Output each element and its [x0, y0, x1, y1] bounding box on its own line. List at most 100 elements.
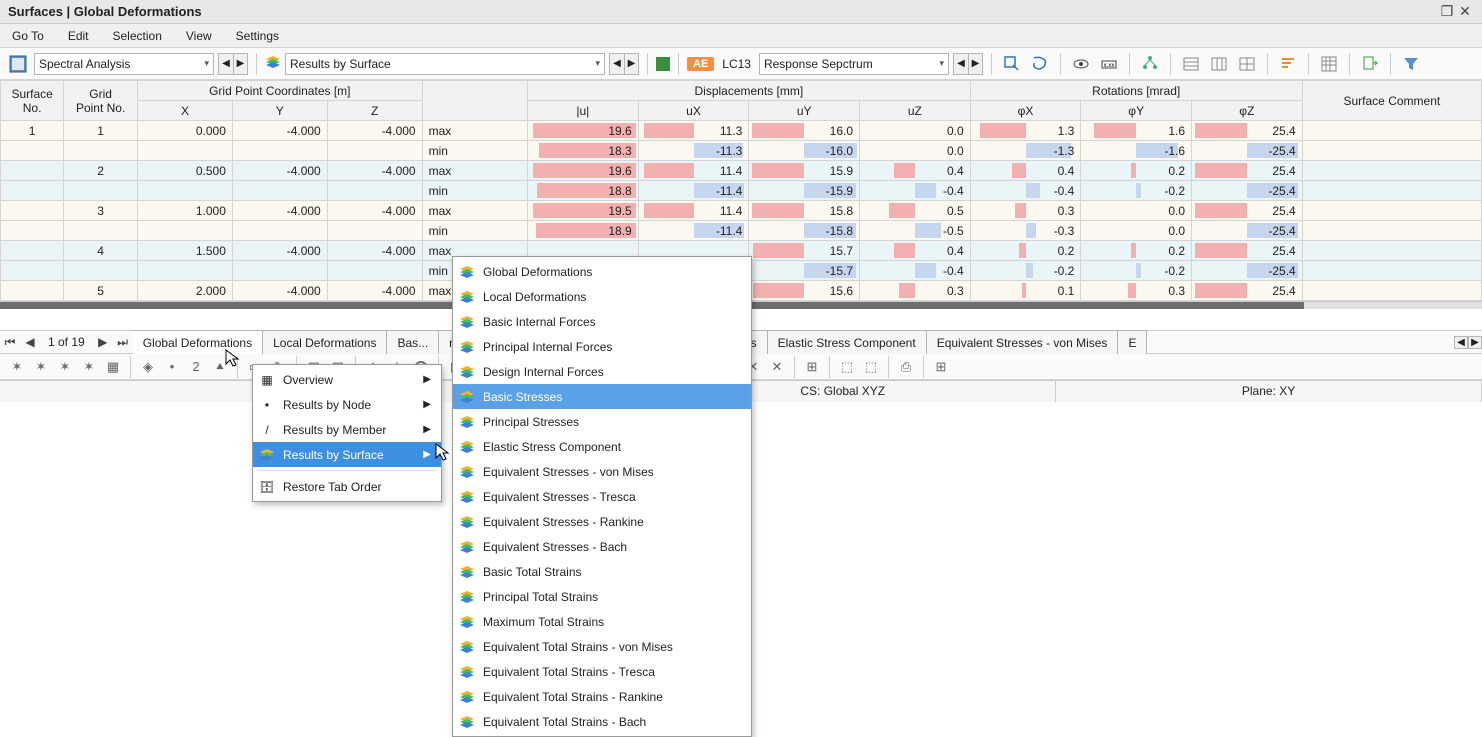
comment-cell[interactable] [1302, 281, 1481, 301]
value-cell[interactable]: 1.6 [1081, 121, 1192, 141]
ctx-item-equivalent-total-strains-tresca[interactable]: Equivalent Total Strains - Tresca [453, 659, 751, 684]
x-cell[interactable] [138, 141, 233, 161]
z-cell[interactable]: -4.000 [327, 161, 422, 181]
col-y[interactable]: Y [232, 101, 327, 121]
nav-next-icon[interactable]: ▶ [968, 54, 982, 74]
value-cell[interactable]: 15.9 [749, 161, 860, 181]
table-row[interactable]: min18.3-11.3-16.00.0-1.3-1.6-25.4 [1, 141, 1482, 161]
page-first-icon[interactable]: ⏮ [0, 335, 20, 350]
ctx-item-basic-internal-forces[interactable]: Basic Internal Forces [453, 309, 751, 334]
close-icon[interactable]: ✕ [1456, 3, 1474, 20]
tree-icon[interactable] [1138, 53, 1162, 75]
footer-tool-icon[interactable]: ⊞ [930, 357, 952, 377]
footer-tool-icon[interactable]: ✶ [54, 357, 76, 377]
value-cell[interactable]: 0.0 [860, 141, 971, 161]
value-cell[interactable]: 18.8 [528, 181, 639, 201]
value-cell[interactable]: 0.5 [860, 201, 971, 221]
value-cell[interactable]: -25.4 [1192, 261, 1303, 281]
footer-tool-icon[interactable]: ⯅ [209, 357, 231, 377]
footer-tool-icon[interactable]: ⊞ [801, 357, 823, 377]
ctx-item-results-by-node[interactable]: •Results by Node▶ [253, 392, 441, 417]
z-cell[interactable] [327, 181, 422, 201]
value-cell[interactable]: 19.6 [528, 121, 639, 141]
value-cell[interactable]: 19.5 [528, 201, 639, 221]
value-cell[interactable]: 0.4 [860, 241, 971, 261]
col-comment[interactable]: Surface Comment [1302, 81, 1481, 121]
col-grid-pt[interactable]: GridPoint No. [64, 81, 138, 121]
value-cell[interactable]: 0.1 [970, 281, 1081, 301]
value-cell[interactable]: -11.3 [638, 141, 749, 161]
nav-prev-icon[interactable]: ◀ [954, 54, 968, 74]
footer-tool-icon[interactable]: ✶ [78, 357, 100, 377]
table-icon-2[interactable] [1207, 53, 1231, 75]
nav-next-icon[interactable]: ▶ [624, 54, 638, 74]
context-menu-primary[interactable]: ▦Overview▶•Results by Node▶/Results by M… [252, 364, 442, 502]
ctx-item-principal-internal-forces[interactable]: Principal Internal Forces [453, 334, 751, 359]
footer-tool-icon[interactable]: ✕ [766, 357, 788, 377]
grid-icon[interactable] [1317, 53, 1341, 75]
table-row[interactable]: 20.500-4.000-4.000max19.611.415.90.40.40… [1, 161, 1482, 181]
nav-next-icon[interactable]: ▶ [233, 54, 247, 74]
value-cell[interactable]: 11.4 [638, 161, 749, 181]
analysis-type-icon[interactable] [6, 53, 30, 75]
value-cell[interactable]: -16.0 [749, 141, 860, 161]
col-u[interactable]: |u| [528, 101, 639, 121]
y-cell[interactable] [232, 141, 327, 161]
z-cell[interactable]: -4.000 [327, 121, 422, 141]
value-cell[interactable]: -0.3 [970, 221, 1081, 241]
tabs-scroll-right-icon[interactable]: ▶ [1468, 336, 1482, 349]
y-cell[interactable]: -4.000 [232, 161, 327, 181]
value-cell[interactable]: 25.4 [1192, 161, 1303, 181]
view-values-icon[interactable]: x.xx [1097, 53, 1121, 75]
ctx-item-global-deformations[interactable]: Global Deformations [453, 259, 751, 284]
page-next-icon[interactable]: ▶ [93, 335, 113, 349]
y-cell[interactable] [232, 261, 327, 281]
value-cell[interactable]: 25.4 [1192, 241, 1303, 261]
value-cell[interactable]: -15.8 [749, 221, 860, 241]
comment-cell[interactable] [1302, 261, 1481, 281]
value-cell[interactable]: 11.4 [638, 201, 749, 221]
z-cell[interactable] [327, 141, 422, 161]
z-cell[interactable]: -4.000 [327, 241, 422, 261]
footer-tool-icon[interactable]: ⬚ [836, 357, 858, 377]
minmax-cell[interactable]: max [422, 121, 527, 141]
col-minmax[interactable] [422, 81, 527, 121]
table-row[interactable]: min18.8-11.4-15.9-0.4-0.4-0.2-25.4 [1, 181, 1482, 201]
surface-no-cell[interactable] [1, 181, 64, 201]
ctx-item-principal-total-strains[interactable]: Principal Total Strains [453, 584, 751, 609]
value-cell[interactable]: 1.3 [970, 121, 1081, 141]
minmax-cell[interactable]: min [422, 141, 527, 161]
menu-view[interactable]: View [182, 27, 216, 45]
x-cell[interactable] [138, 221, 233, 241]
tab-bas-[interactable]: Bas... [386, 330, 439, 354]
value-cell[interactable]: 0.2 [1081, 241, 1192, 261]
sort-icon[interactable] [1276, 53, 1300, 75]
analysis-dropdown[interactable]: Spectral Analysis ▾ [34, 53, 214, 75]
value-cell[interactable]: -1.3 [970, 141, 1081, 161]
value-cell[interactable]: -11.4 [638, 181, 749, 201]
value-cell[interactable]: 15.8 [749, 201, 860, 221]
ctx-item-equivalent-total-strains-von-mises[interactable]: Equivalent Total Strains - von Mises [453, 634, 751, 659]
menu-go-to[interactable]: Go To [8, 27, 48, 45]
comment-cell[interactable] [1302, 181, 1481, 201]
export-icon[interactable] [1358, 53, 1382, 75]
minmax-cell[interactable]: max [422, 201, 527, 221]
comment-cell[interactable] [1302, 241, 1481, 261]
minmax-cell[interactable]: min [422, 221, 527, 241]
ctx-item-basic-total-strains[interactable]: Basic Total Strains [453, 559, 751, 584]
tab-local-deformations[interactable]: Local Deformations [262, 330, 387, 354]
menu-selection[interactable]: Selection [109, 27, 166, 45]
ctx-item-overview[interactable]: ▦Overview▶ [253, 367, 441, 392]
value-cell[interactable]: 0.0 [1081, 221, 1192, 241]
value-cell[interactable]: -1.6 [1081, 141, 1192, 161]
value-cell[interactable]: 15.6 [749, 281, 860, 301]
ctx-item-basic-stresses[interactable]: Basic Stresses [453, 384, 751, 409]
z-cell[interactable] [327, 261, 422, 281]
table-row[interactable]: min18.9-11.4-15.8-0.5-0.30.0-25.4 [1, 221, 1482, 241]
x-cell[interactable]: 2.000 [138, 281, 233, 301]
value-cell[interactable]: 0.2 [970, 241, 1081, 261]
page-prev-icon[interactable]: ◀ [20, 335, 40, 349]
grid-pt-cell[interactable]: 4 [64, 241, 138, 261]
value-cell[interactable]: 25.4 [1192, 121, 1303, 141]
ctx-item-equivalent-stresses-bach[interactable]: Equivalent Stresses - Bach [453, 534, 751, 559]
